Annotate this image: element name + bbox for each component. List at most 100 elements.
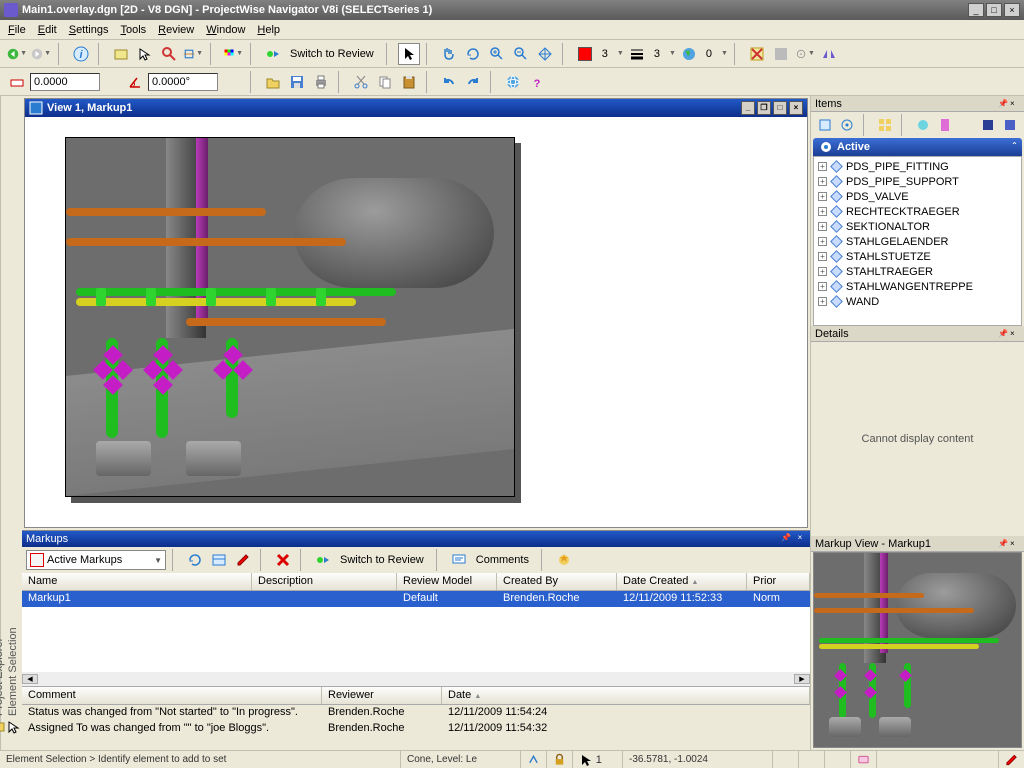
markupview-close-icon[interactable]: × xyxy=(1010,539,1020,549)
tree-node[interactable]: +PDS_PIPE_SUPPORT xyxy=(814,174,1021,189)
comments-label[interactable]: Comments xyxy=(476,554,529,566)
items-tb-6[interactable] xyxy=(978,115,998,135)
zoom-out-icon[interactable] xyxy=(510,43,532,65)
active-header[interactable]: Activeˆ xyxy=(813,138,1022,156)
items-tree[interactable]: +PDS_PIPE_FITTING +PDS_PIPE_SUPPORT +PDS… xyxy=(813,156,1022,326)
left-tab-project-explorer[interactable]: Project Explorer xyxy=(0,112,6,734)
items-tb-3[interactable] xyxy=(875,115,895,135)
delete-markup-icon[interactable] xyxy=(272,549,294,571)
minimize-button[interactable]: _ xyxy=(968,3,984,17)
coord-angle-icon[interactable] xyxy=(124,71,146,93)
clip-icon[interactable]: ▼ xyxy=(182,43,204,65)
horizontal-scrollbar[interactable] xyxy=(22,672,810,686)
menu-review[interactable]: Review xyxy=(158,24,194,36)
status-lock-icon[interactable] xyxy=(546,751,572,768)
web-icon[interactable] xyxy=(502,71,524,93)
tree-node[interactable]: +STAHLTRAEGER xyxy=(814,264,1021,279)
globe-icon[interactable] xyxy=(678,43,700,65)
menu-file[interactable]: File xyxy=(8,24,26,36)
col-date[interactable]: Date Created ▲ xyxy=(617,573,747,590)
col-name[interactable]: Name xyxy=(22,573,252,590)
items-tb-7[interactable] xyxy=(1000,115,1020,135)
status-chat-icon[interactable] xyxy=(850,751,876,768)
color-swatch[interactable] xyxy=(574,43,596,65)
switch-review-icon-2[interactable] xyxy=(312,549,334,571)
pointer-tool[interactable] xyxy=(398,43,420,65)
find-icon[interactable] xyxy=(158,43,180,65)
switch-review-icon[interactable] xyxy=(262,43,284,65)
view-restore[interactable]: ❐ xyxy=(757,101,771,115)
tree-node[interactable]: +STAHLWANGENTREPPE xyxy=(814,279,1021,294)
cut-icon[interactable] xyxy=(350,71,372,93)
info-icon[interactable]: i xyxy=(70,43,92,65)
menu-tools[interactable]: Tools xyxy=(120,24,146,36)
back-button[interactable]: ▼ xyxy=(6,43,28,65)
tree-node[interactable]: +STAHLSTUETZE xyxy=(814,249,1021,264)
markups-close-icon[interactable]: × xyxy=(794,533,806,545)
items-tb-4[interactable] xyxy=(913,115,933,135)
col-review[interactable]: Review Model xyxy=(397,573,497,590)
col-reviewer[interactable]: Reviewer xyxy=(322,687,442,704)
comment-row[interactable]: Assigned To was changed from "" to "joe … xyxy=(22,721,810,737)
menu-window[interactable]: Window xyxy=(206,24,245,36)
switch-review-label[interactable]: Switch to Review xyxy=(290,48,374,60)
maximize-button[interactable]: □ xyxy=(986,3,1002,17)
tool-circle[interactable]: ▼ xyxy=(794,43,816,65)
paste-icon[interactable] xyxy=(398,71,420,93)
save-icon[interactable] xyxy=(286,71,308,93)
tree-node[interactable]: +PDS_PIPE_FITTING xyxy=(814,159,1021,174)
tool-mirror[interactable] xyxy=(818,43,840,65)
comments-icon[interactable] xyxy=(448,549,470,571)
status-x3-icon[interactable] xyxy=(824,751,850,768)
tree-node[interactable]: +RECHTECKTRAEGER xyxy=(814,204,1021,219)
markup-row[interactable]: Markup1 Default Brenden.Roche 12/11/2009… xyxy=(22,591,810,607)
items-close-icon[interactable]: × xyxy=(1010,99,1020,109)
pan-icon[interactable] xyxy=(438,43,460,65)
view-maximize[interactable]: □ xyxy=(773,101,787,115)
fit-icon[interactable] xyxy=(534,43,556,65)
tree-node[interactable]: +SEKTIONALTOR xyxy=(814,219,1021,234)
details-pin-icon[interactable]: 📌 xyxy=(998,329,1008,339)
view-minimize[interactable]: _ xyxy=(741,101,755,115)
status-snap-icon[interactable] xyxy=(520,751,546,768)
redo-icon[interactable] xyxy=(462,71,484,93)
col-description[interactable]: Description xyxy=(252,573,397,590)
open-file-icon[interactable] xyxy=(262,71,284,93)
switch-review-label-2[interactable]: Switch to Review xyxy=(340,554,424,566)
menu-settings[interactable]: Settings xyxy=(69,24,109,36)
copy-icon[interactable] xyxy=(374,71,396,93)
col-comment-date[interactable]: Date ▲ xyxy=(442,687,810,704)
linestyle-icon[interactable] xyxy=(626,43,648,65)
close-button[interactable]: × xyxy=(1004,3,1020,17)
menu-help[interactable]: Help xyxy=(257,24,280,36)
tree-node[interactable]: +STAHLGELAENDER xyxy=(814,234,1021,249)
items-tb-2[interactable] xyxy=(837,115,857,135)
view-canvas[interactable] xyxy=(25,117,807,527)
markupview-pin-icon[interactable]: 📌 xyxy=(998,539,1008,549)
items-pin-icon[interactable]: 📌 xyxy=(998,99,1008,109)
menu-edit[interactable]: Edit xyxy=(38,24,57,36)
print-icon[interactable] xyxy=(310,71,332,93)
items-tb-5[interactable] xyxy=(935,115,955,135)
col-createdby[interactable]: Created By xyxy=(497,573,617,590)
properties-icon[interactable] xyxy=(208,549,230,571)
new-markup-icon[interactable] xyxy=(553,549,575,571)
status-x2-icon[interactable] xyxy=(798,751,824,768)
select-icon[interactable] xyxy=(134,43,156,65)
coord-x-input[interactable] xyxy=(30,73,100,91)
edit-markup-icon[interactable] xyxy=(232,549,254,571)
rotate-icon[interactable] xyxy=(462,43,484,65)
coord-x-icon[interactable] xyxy=(6,71,28,93)
undo-icon[interactable] xyxy=(438,71,460,93)
view-close[interactable]: × xyxy=(789,101,803,115)
help-icon[interactable]: ? xyxy=(526,71,548,93)
details-close-icon[interactable]: × xyxy=(1010,329,1020,339)
status-x1-icon[interactable] xyxy=(772,751,798,768)
forward-button[interactable]: ▼ xyxy=(30,43,52,65)
tree-node[interactable]: +WAND xyxy=(814,294,1021,309)
markups-pin-icon[interactable]: 📌 xyxy=(780,533,792,545)
active-markups-combo[interactable]: Active Markups xyxy=(26,550,166,570)
coord-angle-input[interactable] xyxy=(148,73,218,91)
markup-view-canvas[interactable] xyxy=(813,552,1022,748)
col-priority[interactable]: Prior xyxy=(747,573,810,590)
